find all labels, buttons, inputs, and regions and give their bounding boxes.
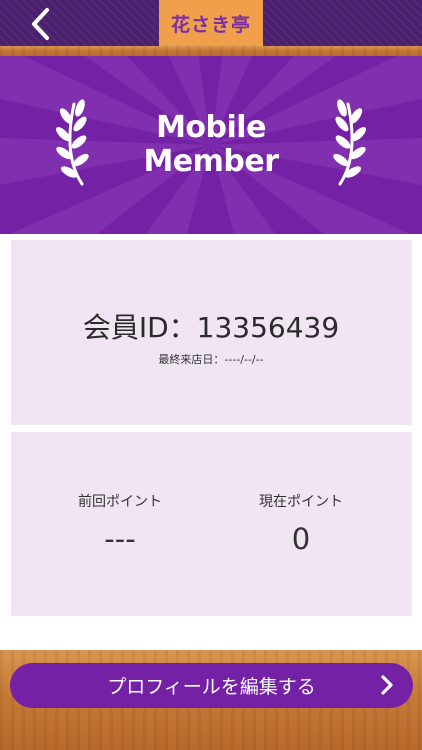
- current-points-label: 現在ポイント: [259, 494, 343, 510]
- banner-title: Mobile Member: [0, 111, 422, 179]
- member-id: 会員ID：13356439: [82, 311, 340, 344]
- banner-title-line2: Member: [143, 144, 279, 179]
- edit-profile-label: プロフィールを編集する: [107, 676, 316, 698]
- top-bar: 花さき亭: [0, 0, 422, 46]
- edit-profile-button[interactable]: プロフィールを編集する: [10, 663, 413, 708]
- previous-points-value: ---: [104, 522, 136, 556]
- last-visit-date: 最終来店日：----/--/--: [158, 353, 264, 366]
- banner-title-line1: Mobile: [156, 110, 266, 145]
- chevron-left-icon: [32, 8, 49, 40]
- title-tab: 花さき亭: [159, 0, 263, 46]
- page-title: 花さき亭: [170, 13, 251, 36]
- member-banner: Mobile Member: [0, 56, 422, 234]
- back-button[interactable]: [20, 4, 60, 44]
- chevron-right-icon: [381, 675, 393, 695]
- previous-points-label: 前回ポイント: [78, 494, 162, 510]
- current-points-value: 0: [291, 522, 311, 556]
- wood-strip-top: [0, 46, 422, 56]
